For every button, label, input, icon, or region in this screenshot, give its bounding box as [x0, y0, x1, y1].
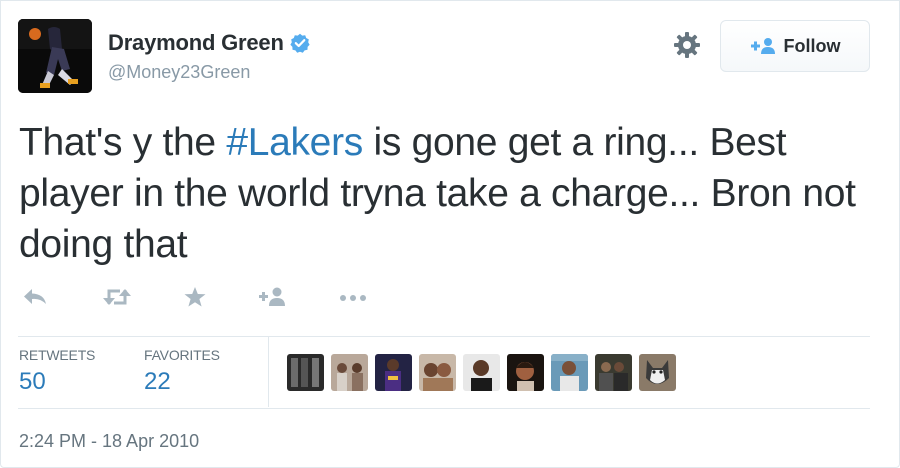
tweet-text: That's y the #Lakers is gone get a ring.… — [19, 117, 889, 270]
tweet-timestamp[interactable]: 2:24 PM - 18 Apr 2010 — [19, 431, 199, 452]
divider — [18, 408, 870, 409]
favoriter-avatars — [287, 354, 676, 391]
verified-badge-icon — [290, 33, 310, 53]
profile-avatar[interactable] — [18, 19, 92, 93]
retweets-stat[interactable]: RETWEETS 50 — [19, 347, 95, 396]
favoriter-avatar[interactable] — [375, 354, 412, 391]
favoriter-avatar[interactable] — [639, 354, 676, 391]
retweet-icon[interactable] — [102, 286, 132, 308]
favorite-icon[interactable] — [183, 286, 207, 308]
reply-icon[interactable] — [22, 286, 48, 308]
stats-divider — [268, 337, 269, 407]
favoriter-avatar[interactable] — [419, 354, 456, 391]
follow-button-label: Follow — [783, 35, 841, 56]
user-display-name[interactable]: Draymond Green — [108, 30, 284, 56]
gear-icon[interactable] — [672, 30, 702, 60]
user-handle[interactable]: @Money23Green — [108, 62, 250, 83]
divider — [18, 336, 870, 337]
hashtag-link[interactable]: #Lakers — [226, 121, 363, 164]
follow-user-plus-icon — [750, 38, 775, 54]
user-name-row[interactable]: Draymond Green — [108, 30, 310, 56]
retweets-count: 50 — [19, 368, 46, 395]
favorites-label: FAVORITES — [144, 347, 220, 363]
favoriter-avatar[interactable] — [551, 354, 588, 391]
favoriter-avatar[interactable] — [331, 354, 368, 391]
follow-plus-icon[interactable] — [258, 286, 288, 308]
tweet-text-before: That's y the — [19, 121, 227, 164]
favorites-stat[interactable]: FAVORITES 22 — [144, 347, 220, 396]
favoriter-avatar[interactable] — [287, 354, 324, 391]
favoriter-avatar[interactable] — [507, 354, 544, 391]
retweets-label: RETWEETS — [19, 347, 96, 363]
favorites-count: 22 — [144, 368, 171, 395]
favoriter-avatar[interactable] — [595, 354, 632, 391]
favoriter-avatar[interactable] — [463, 354, 500, 391]
follow-button[interactable]: Follow — [720, 20, 870, 72]
more-icon[interactable] — [338, 286, 368, 308]
